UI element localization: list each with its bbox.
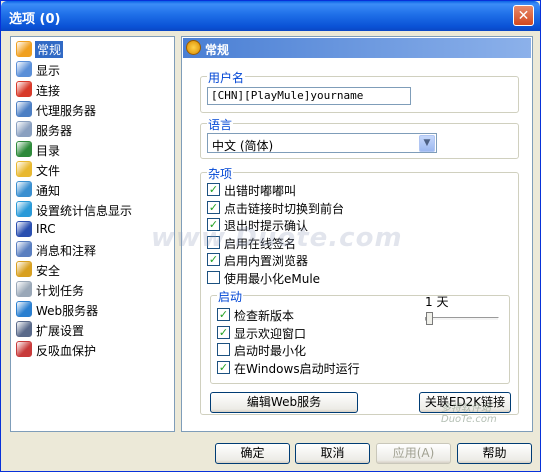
sidebar-item-label: 目录 — [36, 144, 61, 158]
sidebar-item[interactable]: 文件 — [14, 160, 172, 179]
notification-icon — [16, 181, 32, 197]
sidebar-item-label: 计划任务 — [36, 284, 85, 298]
checkmark-icon[interactable]: ✓ — [207, 200, 220, 214]
panel-header: 常规 — [183, 38, 531, 58]
display-icon — [16, 61, 32, 77]
update-interval-label: 1 天 — [425, 295, 449, 309]
checkbox-label: 在Windows启动时运行 — [234, 361, 360, 376]
sidebar-item[interactable]: IRC — [14, 220, 172, 239]
sidebar-item[interactable]: 计划任务 — [14, 280, 172, 299]
connection-icon — [16, 81, 32, 97]
language-group-label: 语言 — [207, 116, 234, 133]
sidebar-item[interactable]: 连接 — [14, 80, 172, 99]
irc-icon — [16, 221, 32, 237]
checkbox-label: 启动时最小化 — [234, 344, 307, 358]
title-bar[interactable]: 选项 (0) ✕ — [1, 1, 540, 31]
checkmark-icon[interactable]: ✓ — [207, 183, 220, 196]
help-button[interactable]: 帮助 — [457, 443, 532, 464]
sidebar-item[interactable]: 常规 — [14, 40, 172, 59]
update-interval-slider[interactable] — [423, 310, 501, 334]
sidebar-item[interactable]: 通知 — [14, 180, 172, 199]
startup-group: 启动 ✓ 检查新版本 ✓ 显示欢迎窗口 启动时最小化 ✓ 在Windows启动时运行 — [210, 288, 510, 384]
misc-group: 杂项 ✓ 出错时嘟嘟叫 ✓ 点击链接时切换到前台 ✓ 退出时提示确认 启用在线签名 ✓ 启用内置… — [200, 165, 519, 415]
checkmark-icon[interactable]: ✓ — [217, 360, 230, 374]
sidebar-item[interactable]: 服务器 — [14, 120, 172, 139]
checkbox-label: 显示欢迎窗口 — [234, 326, 307, 341]
language-group: 语言 中文 (简体) ▼ — [200, 116, 519, 159]
folder-icon — [16, 141, 32, 157]
proxy-icon — [16, 101, 32, 117]
sidebar-item[interactable]: 设置统计信息显示 — [14, 200, 172, 219]
sidebar-item[interactable]: 消息和注释 — [14, 240, 172, 259]
checkbox-empty-icon[interactable] — [207, 270, 220, 284]
sidebar-item-label: 连接 — [36, 84, 61, 98]
calendar-icon — [16, 281, 32, 297]
checkbox-label: 检查新版本 — [234, 309, 295, 323]
slider-track — [425, 317, 499, 321]
sidebar-item[interactable]: Web服务器 — [14, 300, 172, 319]
watermark-text: www.Duote.com — [151, 223, 403, 253]
window-title: 选项 (0) — [9, 12, 61, 27]
checkmark-icon[interactable]: ✓ — [217, 325, 230, 339]
globe-icon — [16, 301, 32, 317]
slider-thumb[interactable] — [426, 312, 433, 325]
sidebar-item-label: 设置统计信息显示 — [36, 204, 133, 218]
sidebar-item-label: 通知 — [36, 184, 61, 198]
checkbox-empty-icon[interactable] — [217, 343, 230, 356]
startup-group-label: 启动 — [217, 288, 244, 305]
cancel-button[interactable]: 取消 — [295, 443, 370, 464]
watermark-logo: 多特软件站 DuoTe.com — [441, 403, 497, 425]
sidebar-item[interactable]: 代理服务器 — [14, 100, 172, 119]
edit-web-service-button[interactable]: 编辑Web服务 — [210, 392, 358, 413]
protection-icon — [16, 341, 32, 357]
misc-group-label: 杂项 — [207, 165, 234, 182]
gear-icon — [16, 41, 32, 57]
close-button[interactable]: ✕ — [513, 5, 534, 26]
sidebar-item[interactable]: 安全 — [14, 260, 172, 279]
username-group: 用户名 [CHN][PlayMule]yourname — [200, 69, 519, 113]
options-window: 选项 (0) ✕ 常规显示连接代理服务器服务器目录文件通知设置统计信息显示 IRC… — [0, 0, 541, 472]
sidebar-item-label: 常规 — [35, 41, 64, 58]
language-selected-value: 中文 (简体) — [212, 139, 274, 153]
sidebar-item-label: 扩展设置 — [36, 324, 85, 338]
checkbox-label: 出错时嘟嘟叫 — [224, 184, 297, 198]
statistics-icon — [16, 201, 32, 217]
checkbox-label: 使用最小化eMule — [224, 271, 321, 286]
language-select[interactable]: 中文 (简体) ▼ — [207, 133, 437, 153]
sidebar-item[interactable]: 目录 — [14, 140, 172, 159]
sidebar-item-label: 显示 — [36, 64, 61, 78]
sidebar-item[interactable]: 显示 — [14, 60, 172, 79]
sidebar-item[interactable]: 反吸血保护 — [14, 340, 172, 359]
extended-settings-icon — [16, 321, 32, 337]
username-group-label: 用户名 — [207, 69, 246, 86]
sidebar-item-label: 代理服务器 — [36, 104, 97, 118]
sidebar-item-label: 消息和注释 — [36, 244, 97, 258]
checkbox-label: 启用内置浏览器 — [224, 254, 309, 268]
file-icon — [16, 161, 32, 177]
apply-button[interactable]: 应用(A) — [376, 443, 451, 464]
lock-icon — [16, 261, 32, 277]
checkmark-icon[interactable]: ✓ — [207, 253, 220, 266]
sidebar-item-label: 反吸血保护 — [36, 344, 97, 358]
close-icon: ✕ — [517, 8, 530, 24]
sidebar-item-label: IRC — [36, 222, 56, 236]
message-icon — [16, 241, 32, 257]
checkbox-label: 点击链接时切换到前台 — [224, 201, 345, 216]
sidebar-item-label: Web服务器 — [36, 304, 99, 318]
sidebar-item-label: 文件 — [36, 164, 61, 178]
ok-button[interactable]: 确定 — [215, 443, 290, 464]
sidebar-item-label: 服务器 — [36, 124, 73, 138]
sidebar-item-label: 安全 — [36, 264, 61, 278]
sidebar-item[interactable]: 扩展设置 — [14, 320, 172, 339]
panel-title: 常规 — [205, 43, 230, 57]
server-icon — [16, 121, 32, 137]
checkmark-icon[interactable]: ✓ — [217, 308, 230, 321]
gear-icon — [186, 40, 201, 55]
username-input[interactable]: [CHN][PlayMule]yourname — [207, 87, 411, 105]
chevron-down-icon[interactable]: ▼ — [419, 135, 435, 152]
